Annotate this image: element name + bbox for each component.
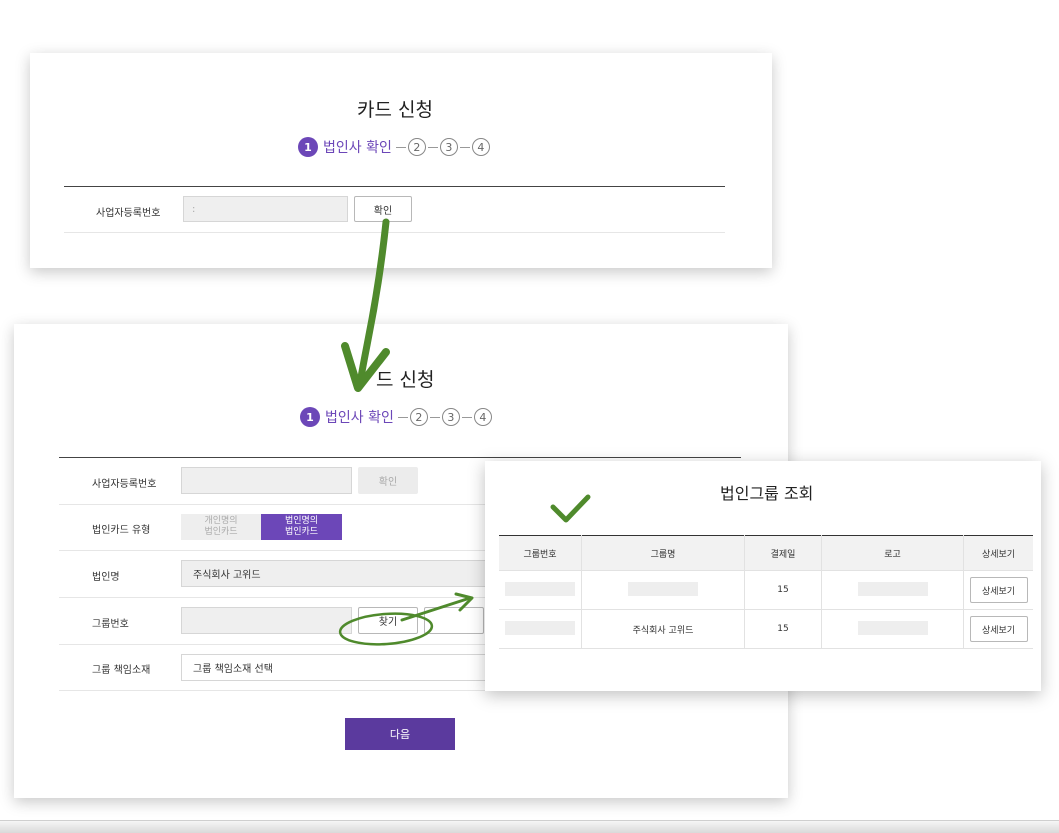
- window-bottom-scrollbar: [0, 820, 1059, 833]
- check-mark-annotation: [550, 494, 591, 523]
- right-arrow-annotation: [400, 592, 474, 622]
- annotation-layer: [338, 218, 591, 646]
- circle-annotation: [338, 612, 434, 646]
- down-arrow-annotation: [341, 218, 390, 392]
